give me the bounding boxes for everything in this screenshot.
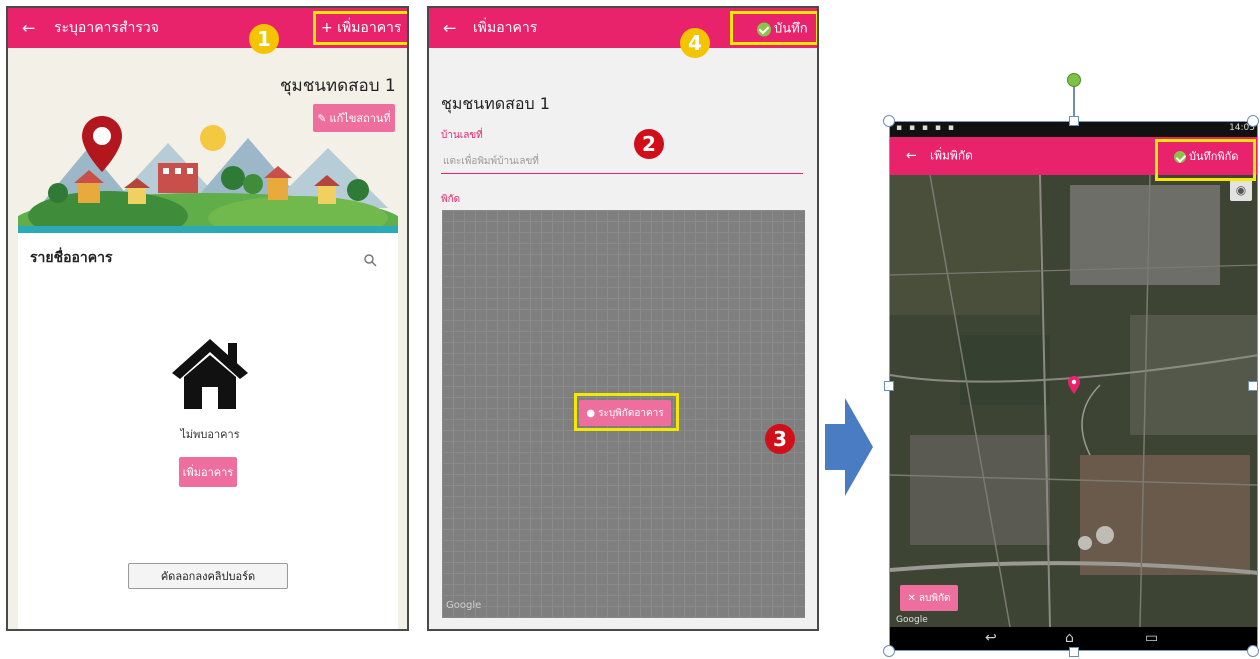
copy-clipboard-button[interactable]: คัดลอกลงคลิปบอร์ด	[128, 563, 288, 589]
back-arrow-icon[interactable]: ←	[443, 19, 456, 38]
close-icon: ✕	[907, 592, 916, 604]
house-number-label: บ้านเลขที่	[441, 130, 483, 141]
resize-handle-top-right[interactable]	[1247, 115, 1259, 127]
building-list-card: รายชื่ออาคาร ไม่พบอาคาร เพิ่มอาคาร คัดลอ…	[18, 233, 398, 629]
home-nav-icon[interactable]: ⌂	[1065, 630, 1074, 646]
location-pin-icon	[1068, 376, 1080, 394]
search-icon[interactable]	[363, 253, 377, 267]
highlight-add-building	[313, 11, 407, 45]
arrow-right-icon	[825, 398, 873, 496]
satellite-map[interactable]: ◉ ✕ ลบพิกัด Google	[890, 175, 1257, 627]
community-name: ชุมชนทดสอบ 1	[280, 76, 396, 96]
page-title: ระบุอาคารสำรวจ	[54, 20, 159, 36]
my-location-button[interactable]: ◉	[1230, 179, 1252, 201]
highlight-save	[730, 11, 817, 45]
back-arrow-icon[interactable]: ←	[22, 19, 35, 38]
rotation-handle[interactable]	[1067, 73, 1081, 87]
back-nav-icon[interactable]: ↩	[985, 630, 997, 646]
coordinates-label: พิกัด	[441, 194, 461, 205]
page-title: เพิ่มพิกัด	[930, 148, 973, 163]
highlight-save-coordinates	[1155, 139, 1256, 181]
add-building-button[interactable]: เพิ่มอาคาร	[179, 457, 237, 487]
resize-handle-bottom[interactable]	[1069, 647, 1079, 657]
callout-3: 3	[765, 424, 795, 454]
resize-handle-bottom-left[interactable]	[883, 645, 895, 657]
callout-4: 4	[680, 28, 710, 58]
location-pin-icon	[82, 116, 122, 172]
house-icon	[172, 339, 248, 409]
map-watermark: Google	[896, 615, 928, 625]
highlight-set-location	[574, 393, 679, 431]
map-watermark: Google	[446, 600, 482, 611]
resize-handle-top[interactable]	[1069, 116, 1079, 126]
community-name: ชุมชนทดสอบ 1	[441, 94, 550, 113]
screen-add-coordinates: ▪ ▪ ▪ ▪ ▪ 14:05 ← เพิ่มพิกัด บันทึกพิกัด	[889, 121, 1258, 651]
satellite-imagery	[890, 175, 1257, 627]
house-number-input[interactable]: แตะเพื่อพิมพ์บ้านเลขที่	[441, 150, 803, 174]
screen-add-building: ← เพิ่มอาคาร บันทึก 4 ชุมชนทดสอบ 1 บ้านเ…	[427, 6, 819, 631]
building-list-title: รายชื่ออาคาร	[30, 250, 113, 266]
resize-handle-bottom-right[interactable]	[1247, 645, 1259, 657]
resize-handle-top-left[interactable]	[883, 115, 895, 127]
page-title: เพิ่มอาคาร	[473, 20, 538, 36]
resize-handle-right[interactable]	[1248, 381, 1258, 391]
callout-1: 1	[249, 24, 279, 54]
delete-coordinates-button[interactable]: ✕ ลบพิกัด	[900, 585, 958, 611]
no-buildings-text: ไม่พบอาคาร	[180, 428, 240, 441]
recents-nav-icon[interactable]: ▭	[1145, 630, 1158, 646]
screen-building-list: ← ระบุอาคารสำรวจ + เพิ่มอาคาร 1 ชุมชนทดส…	[6, 6, 409, 631]
community-illustration	[18, 125, 398, 233]
resize-handle-left[interactable]	[884, 381, 894, 391]
notification-icons: ▪ ▪ ▪ ▪ ▪	[896, 123, 956, 133]
back-arrow-icon[interactable]: ←	[906, 149, 917, 164]
